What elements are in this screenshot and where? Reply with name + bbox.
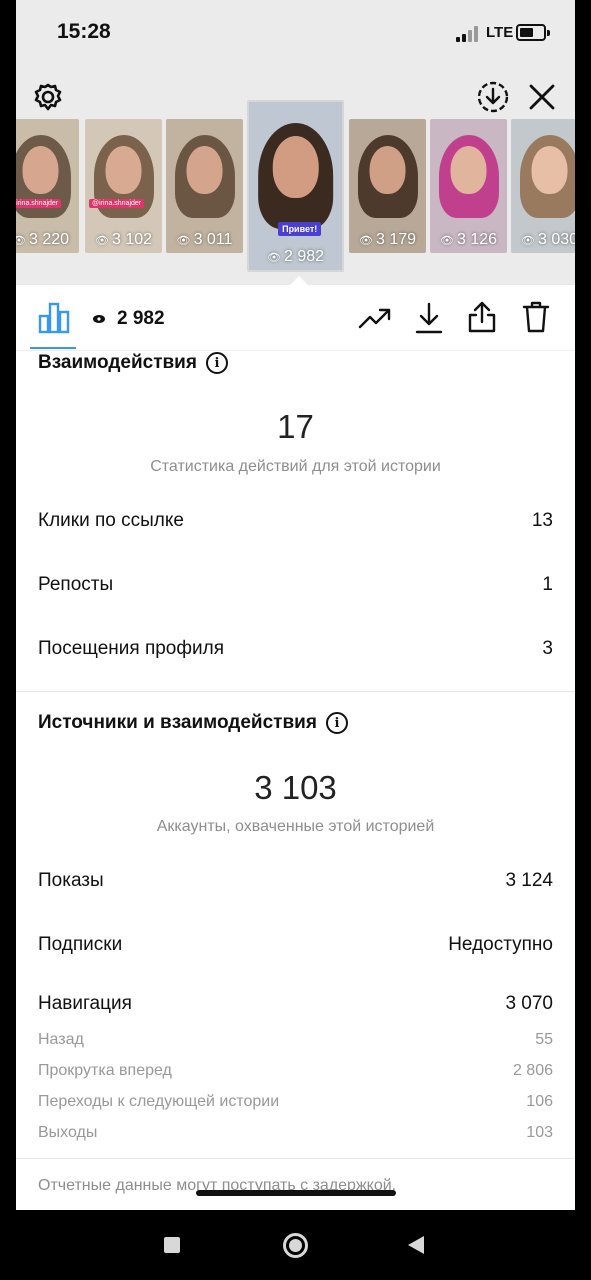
battery-fill xyxy=(520,28,534,37)
story-thumbnail[interactable]: 👁︎ 3 030 xyxy=(511,119,575,253)
story-thumbnail[interactable]: 👁︎ 3 126 xyxy=(430,119,507,253)
stat-value: 3 070 xyxy=(505,993,553,1014)
nav-value: 106 xyxy=(526,1093,553,1110)
eye-icon: 👁︎ xyxy=(16,235,26,247)
story-mention-tag: @irina.shnajder xyxy=(89,199,145,209)
nav-value: 55 xyxy=(535,1031,553,1048)
eye-icon: 👁︎ xyxy=(94,235,112,247)
stat-value: 3 xyxy=(542,638,553,659)
discovery-caption: Аккаунты, охваченные этой историей xyxy=(156,818,435,835)
story-thumbnail[interactable]: @irina.shnajder 👁︎ 3 102 xyxy=(85,119,162,253)
nav-row-back: Назад 55 xyxy=(38,1031,553,1049)
toolbar-views: 2 982 xyxy=(92,308,165,330)
recent-apps-button[interactable] xyxy=(164,1237,180,1253)
story-views: 👁︎ 3 011 xyxy=(166,231,243,249)
share-icon[interactable] xyxy=(467,300,497,334)
close-icon[interactable] xyxy=(528,83,556,111)
story-views: 👁︎ 3 126 xyxy=(430,231,507,249)
interactions-caption: Статистика действий для этой истории xyxy=(150,458,441,475)
stat-row-navigation: Навигация 3 070 xyxy=(38,993,553,1015)
download-circle-icon[interactable] xyxy=(476,80,510,114)
stat-row-profile-visits: Посещения профиля 3 xyxy=(38,638,553,660)
stat-row-link-clicks: Клики по ссылке 13 xyxy=(38,510,553,532)
story-views: 👁︎ 2 982 xyxy=(249,248,342,266)
story-thumbnail[interactable]: @irina.shnajder 👁︎ 3 220 xyxy=(16,119,79,253)
stat-row-shares: Репосты 1 xyxy=(38,574,553,596)
eye-icon: 👁︎ xyxy=(266,252,284,264)
stories-strip: @irina.shnajder 👁︎ 3 220 @irina.shnajder 👁︎… xyxy=(16,68,575,287)
story-views-count: 3 126 xyxy=(456,231,498,248)
story-thumbnail-current[interactable]: Привет! 👁︎ 2 982 xyxy=(247,100,344,272)
battery-icon xyxy=(516,24,550,41)
nav-row-exits: Выходы 103 xyxy=(38,1124,553,1142)
trending-icon[interactable] xyxy=(358,305,392,331)
story-thumbnail[interactable]: 👁︎ 3 011 xyxy=(166,119,243,253)
status-time: 15:28 xyxy=(57,20,111,43)
eye-icon: 👁︎ xyxy=(358,235,376,247)
story-views: 👁︎ 3 179 xyxy=(349,231,426,249)
network-label: LTE xyxy=(486,24,514,41)
discovery-title: Источники и взаимодействия i xyxy=(38,712,348,734)
nav-value: 103 xyxy=(526,1124,553,1141)
nav-label: Переходы к следующей истории xyxy=(38,1093,280,1110)
story-mention-tag: @irina.shnajder xyxy=(16,199,62,209)
toolbar-views-count: 2 982 xyxy=(117,308,165,329)
nav-row-forward: Прокрутка вперед 2 806 xyxy=(38,1062,553,1080)
stat-value: Недоступно xyxy=(448,934,553,955)
stat-row-follows: Подписки Недоступно xyxy=(38,934,553,956)
insights-icon[interactable] xyxy=(38,302,70,334)
settings-icon[interactable] xyxy=(33,82,63,112)
section-divider xyxy=(16,691,575,692)
interactions-title: Взаимодействия i xyxy=(38,352,228,374)
interactions-total: 17 xyxy=(277,408,314,445)
stat-value: 3 124 xyxy=(505,870,553,891)
interactions-title-text: Взаимодействия xyxy=(38,352,197,373)
stat-value: 1 xyxy=(542,574,553,595)
nav-row-next-story: Переходы к следующей истории 106 xyxy=(38,1093,553,1111)
story-sticker: Привет! xyxy=(278,222,322,237)
home-button[interactable] xyxy=(283,1233,308,1258)
stat-label: Клики по ссылке xyxy=(38,510,184,531)
discovery-title-text: Источники и взаимодействия xyxy=(38,712,317,733)
active-tab-indicator xyxy=(30,347,76,349)
status-bar: 15:28 LTE xyxy=(16,0,575,68)
stat-label: Подписки xyxy=(38,934,123,955)
stat-value: 13 xyxy=(531,510,553,531)
nav-label: Назад xyxy=(38,1031,84,1048)
stat-row-impressions: Показы 3 124 xyxy=(38,870,553,892)
story-views: 👁︎ 3 220 xyxy=(16,231,79,249)
story-views-count: 3 011 xyxy=(193,231,233,248)
discovery-total: 3 103 xyxy=(254,769,337,806)
home-indicator[interactable] xyxy=(196,1190,396,1196)
stat-label: Посещения профиля xyxy=(38,638,224,659)
story-views-count: 3 220 xyxy=(28,231,70,248)
section-divider xyxy=(16,1158,575,1159)
story-thumbnail[interactable]: 👁︎ 3 179 xyxy=(349,119,426,253)
info-icon[interactable]: i xyxy=(205,352,228,374)
story-views-count: 3 179 xyxy=(375,231,417,248)
story-views-count: 2 982 xyxy=(283,248,325,265)
app-screen: 15:28 LTE @irina.shnajder👁︎ 3 220@irina.… xyxy=(16,0,575,1210)
nav-value: 2 806 xyxy=(512,1062,553,1079)
eye-icon: 👁︎ xyxy=(176,235,194,247)
stat-label: Репосты xyxy=(38,574,114,595)
save-download-icon[interactable] xyxy=(414,301,444,335)
nav-label: Выходы xyxy=(38,1124,98,1141)
nav-label: Прокрутка вперед xyxy=(38,1062,172,1079)
back-button[interactable] xyxy=(408,1236,424,1254)
stat-label: Показы xyxy=(38,870,104,891)
story-toolbar: 2 982 xyxy=(16,285,575,351)
story-views-count: 3 102 xyxy=(111,231,153,248)
info-icon[interactable]: i xyxy=(325,712,348,734)
eye-icon: 👁︎ xyxy=(439,235,457,247)
story-views: 👁︎ 3 102 xyxy=(85,231,162,249)
story-views: 👁︎ 3 030 xyxy=(511,231,575,249)
signal-icon xyxy=(456,26,482,42)
story-views-count: 3 030 xyxy=(537,231,575,248)
eye-icon: 👁︎ xyxy=(520,235,538,247)
eye-icon xyxy=(93,315,105,323)
trash-icon[interactable] xyxy=(521,300,551,334)
stat-label: Навигация xyxy=(38,993,132,1014)
